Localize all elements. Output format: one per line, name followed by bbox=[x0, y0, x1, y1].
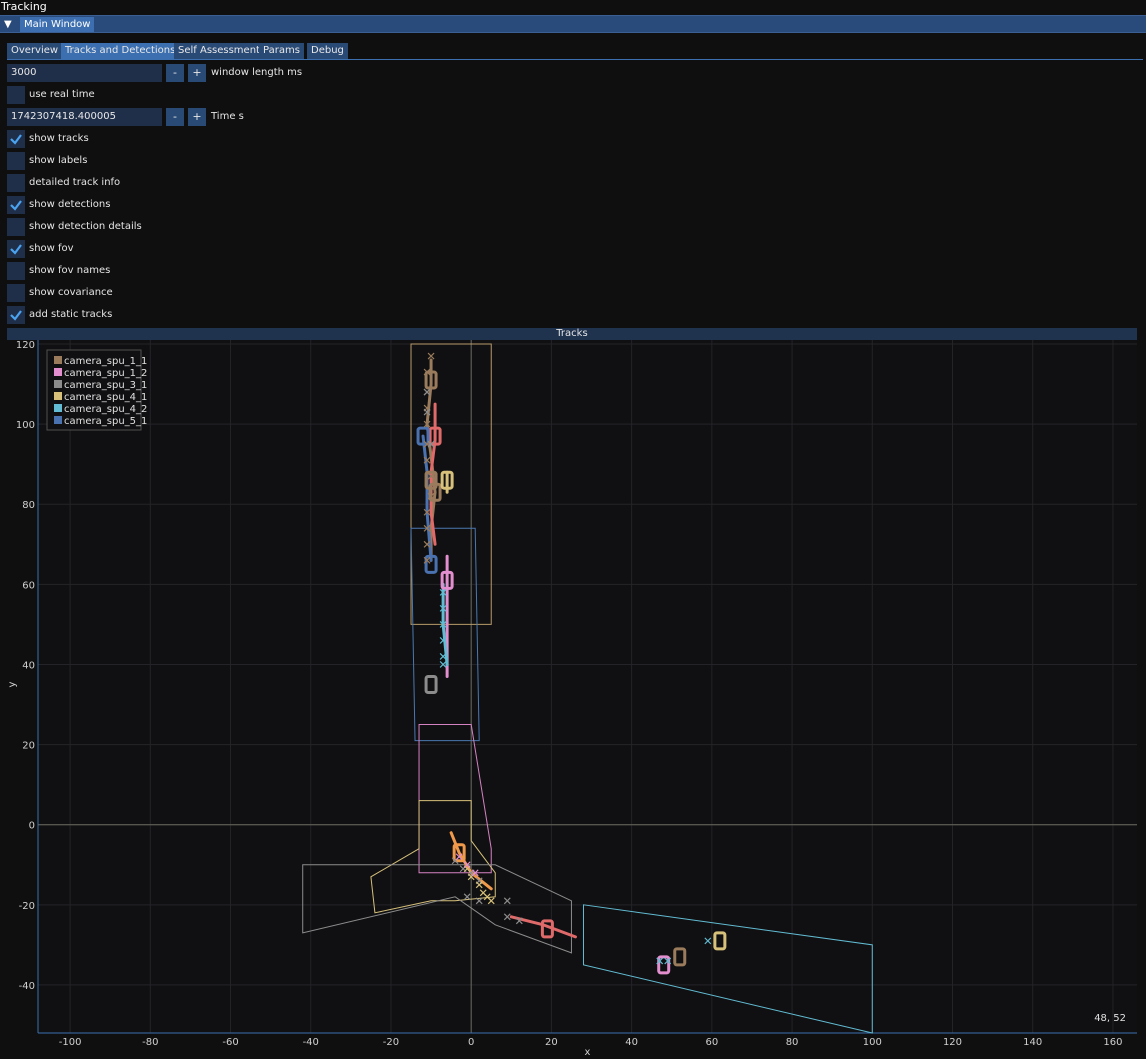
x-tick-label: -60 bbox=[222, 1037, 238, 1048]
show-fov-names-label: show fov names bbox=[29, 265, 111, 276]
y-tick-label: -20 bbox=[19, 901, 35, 912]
tab-tracks-and-detections[interactable]: Tracks and Detections bbox=[61, 43, 180, 59]
x-tick-label: 80 bbox=[786, 1037, 799, 1048]
show-tracks-label: show tracks bbox=[29, 133, 89, 144]
y-tick-label: -40 bbox=[19, 981, 35, 992]
detailed-track-info-label: detailed track info bbox=[29, 177, 121, 188]
legend-swatch bbox=[54, 404, 62, 412]
show-fov-checkbox[interactable] bbox=[7, 240, 25, 258]
window-length-input[interactable]: 3000 bbox=[7, 64, 162, 82]
show-labels-checkbox[interactable] bbox=[7, 152, 25, 170]
y-axis-label: y bbox=[7, 681, 18, 687]
window-length-plus-button[interactable]: + bbox=[188, 64, 206, 82]
window-length-minus-button[interactable]: - bbox=[166, 64, 184, 82]
legend-label: camera_spu_1_2 bbox=[64, 368, 147, 379]
collapse-arrow-icon[interactable]: ▼ bbox=[4, 19, 12, 30]
tab-self-assessment[interactable]: Self Assessment bbox=[174, 43, 264, 59]
tab-underline bbox=[7, 59, 1143, 60]
x-tick-label: 120 bbox=[943, 1037, 962, 1048]
y-tick-label: 20 bbox=[22, 741, 35, 752]
x-tick-label: -80 bbox=[142, 1037, 158, 1048]
x-tick-label: 100 bbox=[863, 1037, 882, 1048]
legend-label: camera_spu_4_2 bbox=[64, 404, 147, 415]
plot-title: Tracks bbox=[7, 328, 1137, 340]
show-detection-details-checkbox[interactable] bbox=[7, 218, 25, 236]
show-fov-label: show fov bbox=[29, 243, 74, 254]
show-detections-checkbox[interactable] bbox=[7, 196, 25, 214]
x-tick-label: -40 bbox=[303, 1037, 319, 1048]
add-static-tracks-label: add static tracks bbox=[29, 309, 113, 320]
time-plus-button[interactable]: + bbox=[188, 108, 206, 126]
tracks-plot[interactable]: -100 -80 -60 -40 -20 0 20 40 60 80 100 120 140 160 -40… bbox=[7, 340, 1137, 1058]
x-tick-label: -100 bbox=[59, 1037, 82, 1048]
show-detections-label: show detections bbox=[29, 199, 111, 210]
x-tick-label: 20 bbox=[545, 1037, 558, 1048]
time-minus-button[interactable]: - bbox=[166, 108, 184, 126]
x-tick-label: 40 bbox=[625, 1037, 638, 1048]
x-tick-label: 160 bbox=[1103, 1037, 1122, 1048]
main-window-tab[interactable]: Main Window bbox=[20, 17, 95, 32]
x-tick-label: -20 bbox=[383, 1037, 399, 1048]
time-label: Time s bbox=[211, 111, 244, 122]
y-tick-label: 40 bbox=[22, 660, 35, 671]
use-real-time-label: use real time bbox=[29, 89, 95, 100]
y-tick-label: 100 bbox=[16, 420, 35, 431]
window-length-label: window length ms bbox=[211, 67, 303, 78]
main-window-header: ▼ Main Window bbox=[0, 15, 1146, 33]
checkmark-icon bbox=[10, 200, 22, 211]
y-tick-label: 120 bbox=[16, 340, 35, 351]
checkmark-icon bbox=[10, 134, 22, 145]
app-titlebar: Tracking bbox=[0, 0, 1146, 15]
plot-area-background bbox=[38, 340, 1137, 1033]
legend-swatch bbox=[54, 392, 62, 400]
legend-label: camera_spu_4_1 bbox=[64, 392, 147, 403]
use-real-time-checkbox[interactable] bbox=[7, 86, 25, 104]
x-tick-label: 60 bbox=[705, 1037, 718, 1048]
legend-swatch bbox=[54, 380, 62, 388]
add-static-tracks-checkbox[interactable] bbox=[7, 306, 25, 324]
tab-debug[interactable]: Debug bbox=[307, 43, 348, 59]
x-axis-label: x bbox=[585, 1047, 591, 1058]
checkmark-icon bbox=[10, 310, 22, 321]
y-tick-label: 80 bbox=[22, 500, 35, 511]
legend-swatch bbox=[54, 356, 62, 364]
detailed-track-info-checkbox[interactable] bbox=[7, 174, 25, 192]
show-tracks-checkbox[interactable] bbox=[7, 130, 25, 148]
app-title: Tracking bbox=[1, 0, 47, 13]
show-fov-names-checkbox[interactable] bbox=[7, 262, 25, 280]
x-tick-label: 0 bbox=[468, 1037, 474, 1048]
y-tick-label: 0 bbox=[29, 821, 35, 832]
show-covariance-checkbox[interactable] bbox=[7, 284, 25, 302]
legend-label: camera_spu_3_1 bbox=[64, 380, 147, 391]
tab-params[interactable]: Params bbox=[259, 43, 304, 59]
legend-swatch bbox=[54, 368, 62, 376]
show-detection-details-label: show detection details bbox=[29, 221, 142, 232]
legend-label: camera_spu_5_1 bbox=[64, 416, 147, 427]
y-tick-label: 60 bbox=[22, 580, 35, 591]
cursor-readout: 48, 52 bbox=[1094, 1013, 1126, 1024]
legend-label: camera_spu_1_1 bbox=[64, 356, 147, 367]
tab-overview[interactable]: Overview bbox=[7, 43, 63, 59]
checkmark-icon bbox=[10, 244, 22, 255]
time-input[interactable]: 1742307418.400005 bbox=[7, 108, 162, 126]
x-tick-label: 140 bbox=[1023, 1037, 1042, 1048]
legend-swatch bbox=[54, 416, 62, 424]
show-covariance-label: show covariance bbox=[29, 287, 113, 298]
show-labels-label: show labels bbox=[29, 155, 88, 166]
